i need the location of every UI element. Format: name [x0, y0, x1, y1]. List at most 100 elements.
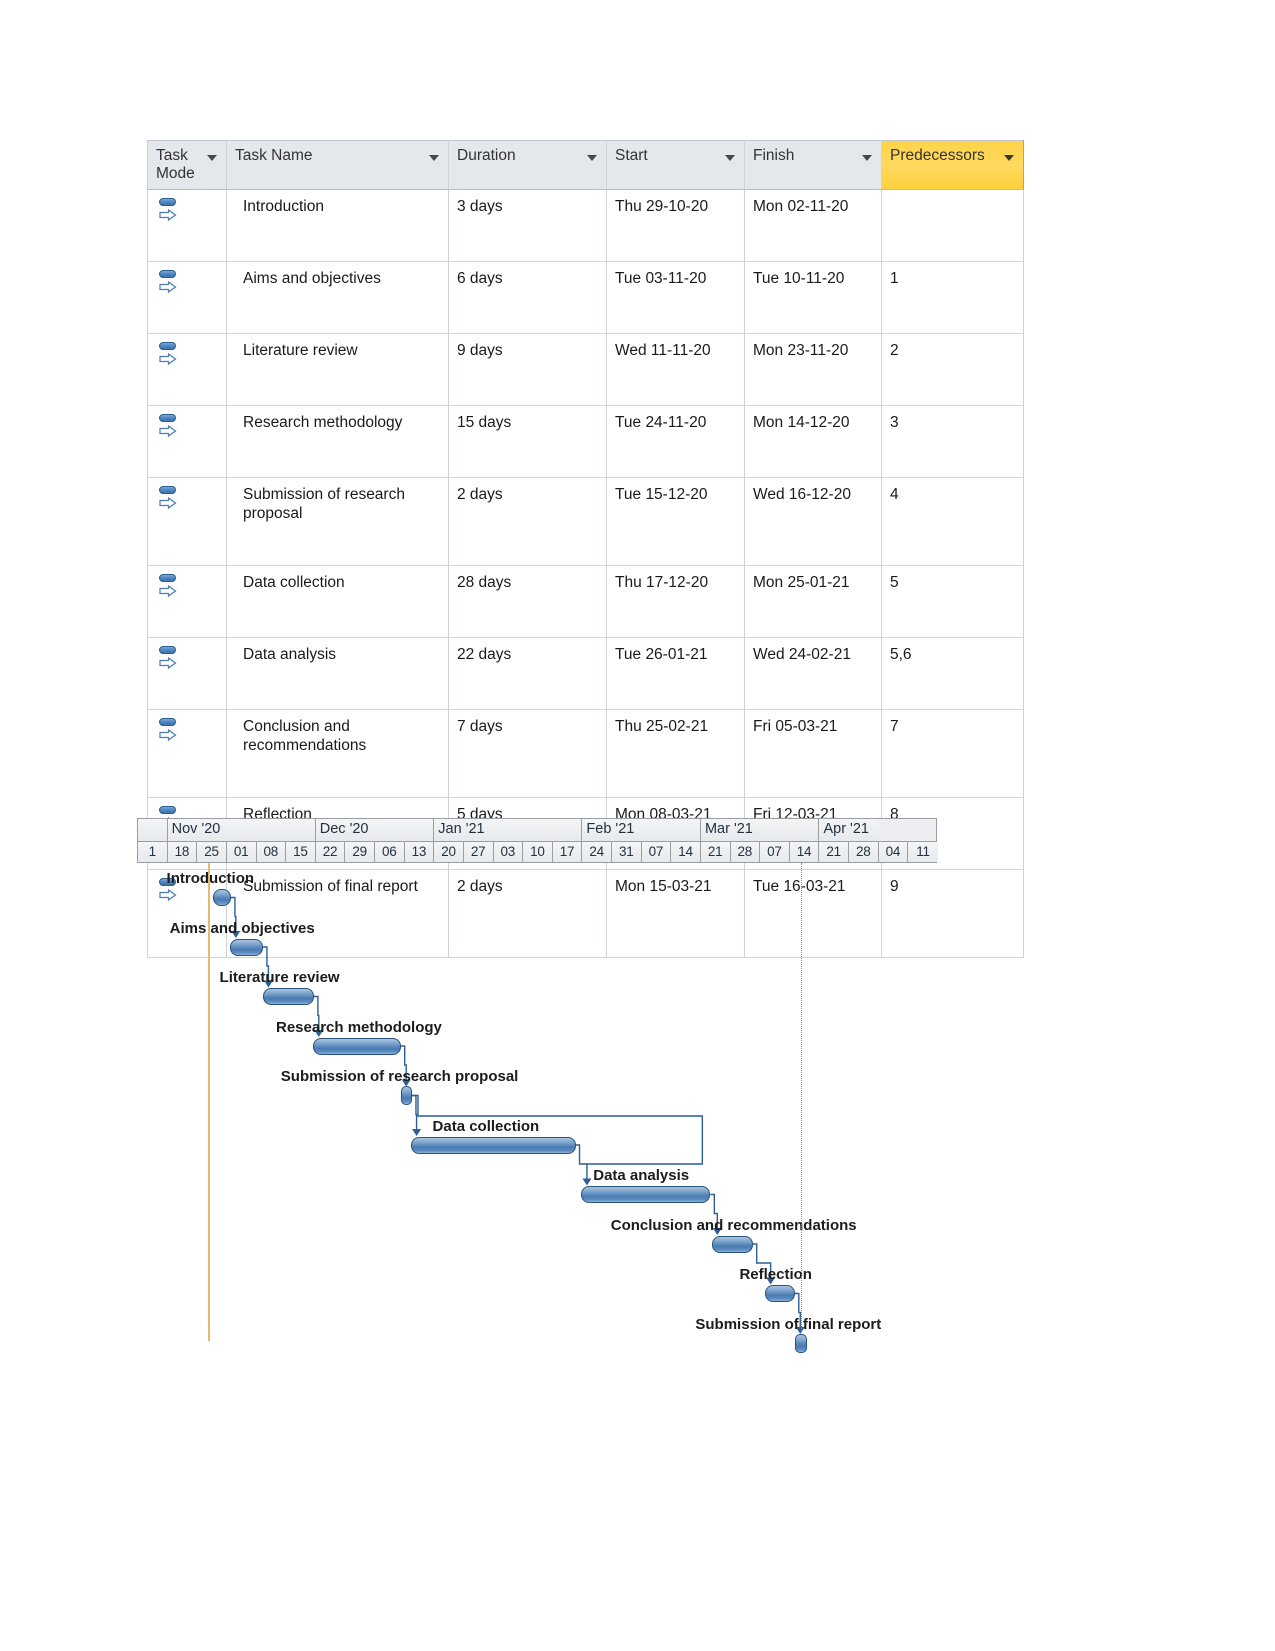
cell-task-mode[interactable] [147, 261, 227, 334]
cell-start[interactable]: Tue 26-01-21 [606, 637, 745, 710]
cell-task-name[interactable]: Research methodology [226, 405, 449, 478]
dependency-arrowhead [412, 1129, 422, 1136]
cell-predecessors[interactable]: 4 [881, 477, 1024, 566]
cell-predecessors[interactable]: 3 [881, 405, 1024, 478]
cell-start[interactable]: Wed 11-11-20 [606, 333, 745, 406]
table-row[interactable]: Data analysis 22 days Tue 26-01-21 Wed 24-0… [147, 637, 1024, 710]
gantt-bar[interactable] [400, 1086, 412, 1105]
cell-duration[interactable]: 28 days [448, 565, 607, 638]
table-header-row: Task Mode Task Name Duration Start Finis… [147, 140, 1024, 190]
column-header-finish[interactable]: Finish [744, 140, 882, 190]
timescale-day-cell: 29 [345, 842, 375, 862]
cell-predecessors[interactable] [881, 189, 1024, 262]
auto-scheduled-task-icon [158, 342, 180, 366]
auto-scheduled-task-icon [158, 198, 180, 222]
cell-finish[interactable]: Mon 02-11-20 [744, 189, 882, 262]
column-header-task-name[interactable]: Task Name [226, 140, 449, 190]
timescale-month-cell: Mar '21 [700, 819, 820, 841]
gantt-bar[interactable] [794, 1333, 807, 1353]
cell-task-name[interactable]: Introduction [226, 189, 449, 262]
cell-duration[interactable]: 6 days [448, 261, 607, 334]
column-header-duration[interactable]: Duration [448, 140, 607, 190]
filter-dropdown-arrow-icon[interactable] [862, 155, 872, 161]
gantt-bar[interactable] [313, 1037, 401, 1055]
cell-task-mode[interactable] [147, 333, 227, 406]
gantt-bar[interactable] [765, 1285, 795, 1302]
filter-dropdown-arrow-icon[interactable] [207, 155, 217, 161]
timescale-day-cell: 01 [226, 842, 257, 862]
cell-predecessors[interactable]: 7 [881, 709, 1024, 798]
cell-task-name[interactable]: Data collection [226, 565, 449, 638]
cell-task-mode[interactable] [147, 477, 227, 566]
task-sheet-header: Task Mode Task Name Duration Start Finis… [147, 140, 1024, 190]
cell-duration[interactable]: 2 days [448, 477, 607, 566]
cell-task-mode[interactable] [147, 405, 227, 478]
column-header-label: Task Mode [156, 147, 195, 183]
column-header-predecessors[interactable]: Predecessors [881, 140, 1024, 190]
cell-start[interactable]: Tue 03-11-20 [606, 261, 745, 334]
cell-task-mode[interactable] [147, 189, 227, 262]
gantt-bar[interactable] [212, 889, 231, 906]
table-row[interactable]: Data collection 28 days Thu 17-12-20 Mon 25… [147, 565, 1024, 638]
timescale-day-cell: 20 [434, 842, 464, 862]
dependency-link [411, 1094, 418, 1130]
cell-task-mode[interactable] [147, 565, 227, 638]
cell-task-mode[interactable] [147, 709, 227, 798]
cell-duration[interactable]: 3 days [448, 189, 607, 262]
cell-task-name[interactable]: Data analysis [226, 637, 449, 710]
filter-dropdown-arrow-icon[interactable] [587, 155, 597, 161]
gantt-bar[interactable] [262, 988, 314, 1005]
table-row[interactable]: Literature review 9 days Wed 11-11-20 Mon 2… [147, 333, 1024, 406]
cell-finish[interactable]: Tue 10-11-20 [744, 261, 882, 334]
gantt-bar[interactable] [411, 1136, 576, 1154]
cell-start[interactable]: Thu 17-12-20 [606, 565, 745, 638]
timescale-day-cell: 07 [760, 842, 790, 862]
table-row[interactable]: Research methodology 15 days Tue 24-11-20 M… [147, 405, 1024, 478]
timescale-day-cell: 22 [315, 842, 346, 862]
cell-predecessors[interactable]: 2 [881, 333, 1024, 406]
cell-task-name[interactable]: Aims and objectives [226, 261, 449, 334]
cell-predecessors[interactable]: 5,6 [881, 637, 1024, 710]
cell-finish[interactable]: Wed 16-12-20 [744, 477, 882, 566]
cell-finish[interactable]: Wed 24-02-21 [744, 637, 882, 710]
filter-dropdown-arrow-icon[interactable] [725, 155, 735, 161]
cell-predecessors[interactable]: 1 [881, 261, 1024, 334]
timescale-day-cell: 17 [552, 842, 583, 862]
cell-task-name[interactable]: Literature review [226, 333, 449, 406]
cell-predecessors[interactable]: 5 [881, 565, 1024, 638]
cell-finish[interactable]: Mon 25-01-21 [744, 565, 882, 638]
timescale-day-cell: 13 [404, 842, 435, 862]
table-row[interactable]: Aims and objectives 6 days Tue 03-11-20 Tue… [147, 261, 1024, 334]
timescale-day-cell: 25 [197, 842, 227, 862]
timescale-day-cell: 07 [641, 842, 672, 862]
column-header-label: Task Name [235, 147, 313, 164]
table-row[interactable]: Introduction 3 days Thu 29-10-20 Mon 02-11-… [147, 189, 1024, 262]
table-row[interactable]: Conclusion and recommendations 7 days Thu … [147, 709, 1024, 798]
gantt-bar[interactable] [230, 938, 263, 956]
cell-duration[interactable]: 9 days [448, 333, 607, 406]
filter-dropdown-arrow-icon[interactable] [429, 155, 439, 161]
table-row[interactable]: Submission of research proposal 2 days Tue… [147, 477, 1024, 566]
cell-duration[interactable]: 22 days [448, 637, 607, 710]
cell-finish[interactable]: Fri 05-03-21 [744, 709, 882, 798]
cell-duration[interactable]: 7 days [448, 709, 607, 798]
cell-start[interactable]: Thu 25-02-21 [606, 709, 745, 798]
cell-finish[interactable]: Mon 23-11-20 [744, 333, 882, 406]
cell-task-name[interactable]: Conclusion and recommendations [226, 709, 449, 798]
gantt-bar[interactable] [711, 1235, 753, 1253]
cell-start[interactable]: Tue 15-12-20 [606, 477, 745, 566]
filter-dropdown-arrow-icon[interactable] [1004, 155, 1014, 161]
column-header-label: Duration [457, 147, 516, 164]
cell-duration[interactable]: 15 days [448, 405, 607, 478]
column-header-task-mode[interactable]: Task Mode [147, 140, 227, 190]
gantt-bar[interactable] [581, 1186, 711, 1203]
cell-start[interactable]: Thu 29-10-20 [606, 189, 745, 262]
cell-start[interactable]: Tue 24-11-20 [606, 405, 745, 478]
column-header-label: Predecessors [890, 147, 985, 164]
auto-scheduled-task-icon [158, 414, 180, 438]
cell-task-name[interactable]: Submission of research proposal [226, 477, 449, 566]
gantt-bar-label: Research methodology [276, 1018, 442, 1036]
cell-finish[interactable]: Mon 14-12-20 [744, 405, 882, 478]
column-header-start[interactable]: Start [606, 140, 745, 190]
cell-task-mode[interactable] [147, 637, 227, 710]
